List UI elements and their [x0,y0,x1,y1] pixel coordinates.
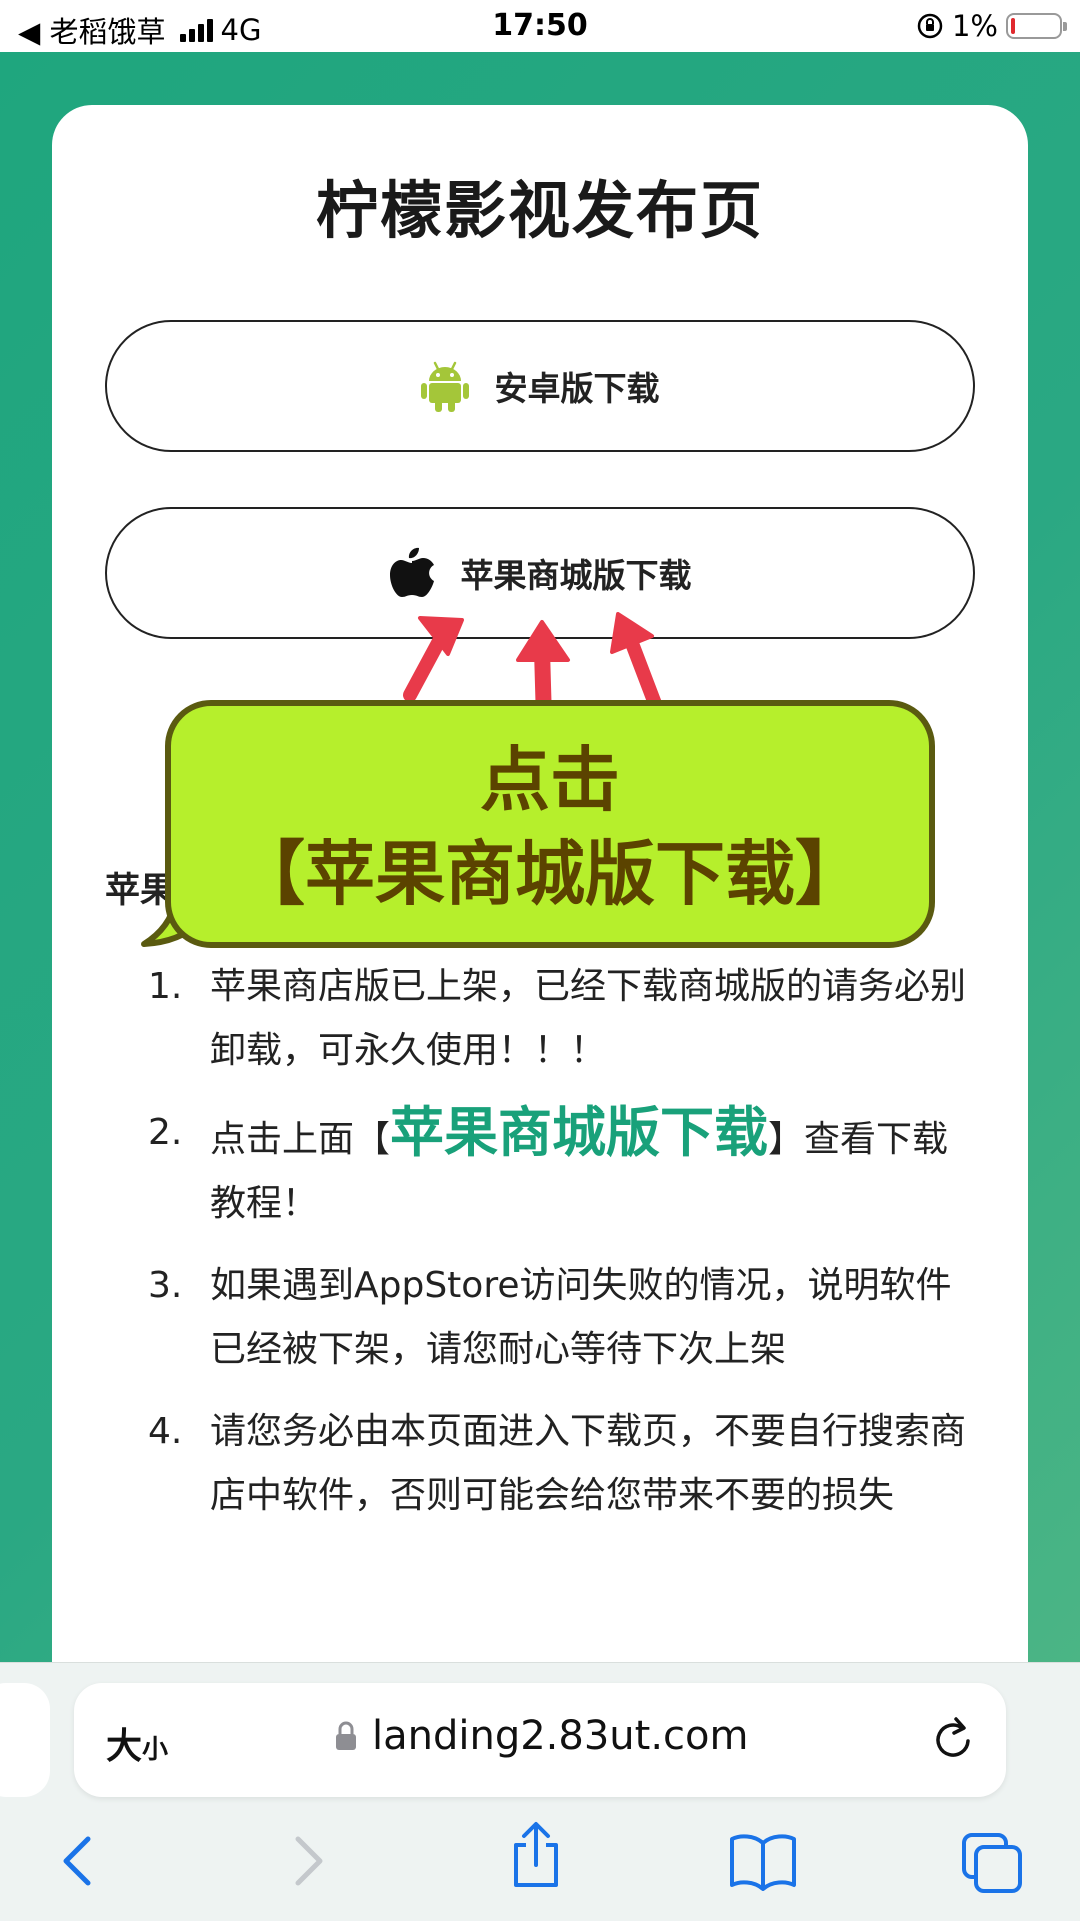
list-item: 1. 苹果商店版已上架，已经下载商城版的请务必别卸载，可永久使用！！！ [148,966,967,1071]
apple-download-label: 苹果商城版下载 [460,556,692,595]
notes-list: 1. 苹果商店版已上架，已经下载商城版的请务必别卸载，可永久使用！！！ 2. 点… [140,955,980,1546]
android-icon [420,361,469,412]
forward-icon[interactable] [290,1831,330,1891]
android-download-label: 安卓版下载 [494,369,660,408]
page-title: 柠檬影视发布页 [315,174,764,247]
bookmarks-icon[interactable] [728,1831,798,1891]
address-bar[interactable]: 大小 landing2.83ut.com [74,1683,1006,1797]
highlight-link: 苹果商城版下载 [390,1101,769,1164]
instruction-callout: 点击 【苹果商城版下载】 [165,700,935,948]
list-item: 3. 如果遇到AppStore访问失败的情况，说明软件已经被下架，请您耐心等待下… [148,1265,952,1370]
list-item: 4. 请您务必由本页面进入下载页，不要自行搜索商店中软件，否则可能会给您带来不要… [148,1411,967,1516]
browser-toolbar: 大小 landing2.83ut.com [0,1662,1080,1921]
battery-icon [1006,13,1067,39]
battery-percent: 1% [951,9,998,43]
android-download-button[interactable]: 安卓版下载 [105,320,975,452]
callout-line-2: 【苹果商城版下载】 [235,833,865,915]
callout-line-1: 点击 [480,739,620,821]
previous-tab-peek[interactable] [0,1683,50,1797]
list-item: 2. 点击上面【苹果商城版下载】查看下载教程！ [148,1101,949,1224]
back-icon[interactable] [56,1831,96,1891]
tabs-icon[interactable] [960,1831,1024,1895]
lock-icon [336,1721,356,1750]
orientation-lock-icon [917,13,943,39]
apple-icon [389,547,434,597]
share-icon[interactable] [508,1821,564,1891]
url-text: landing2.83ut.com [372,1713,749,1759]
url-display[interactable]: landing2.83ut.com [334,1713,748,1759]
text-size-button[interactable]: 大小 [106,1717,168,1769]
status-bar: ◀ 老稻饿草 4G 17:50 1% [0,0,1080,52]
reload-icon[interactable] [930,1715,976,1763]
